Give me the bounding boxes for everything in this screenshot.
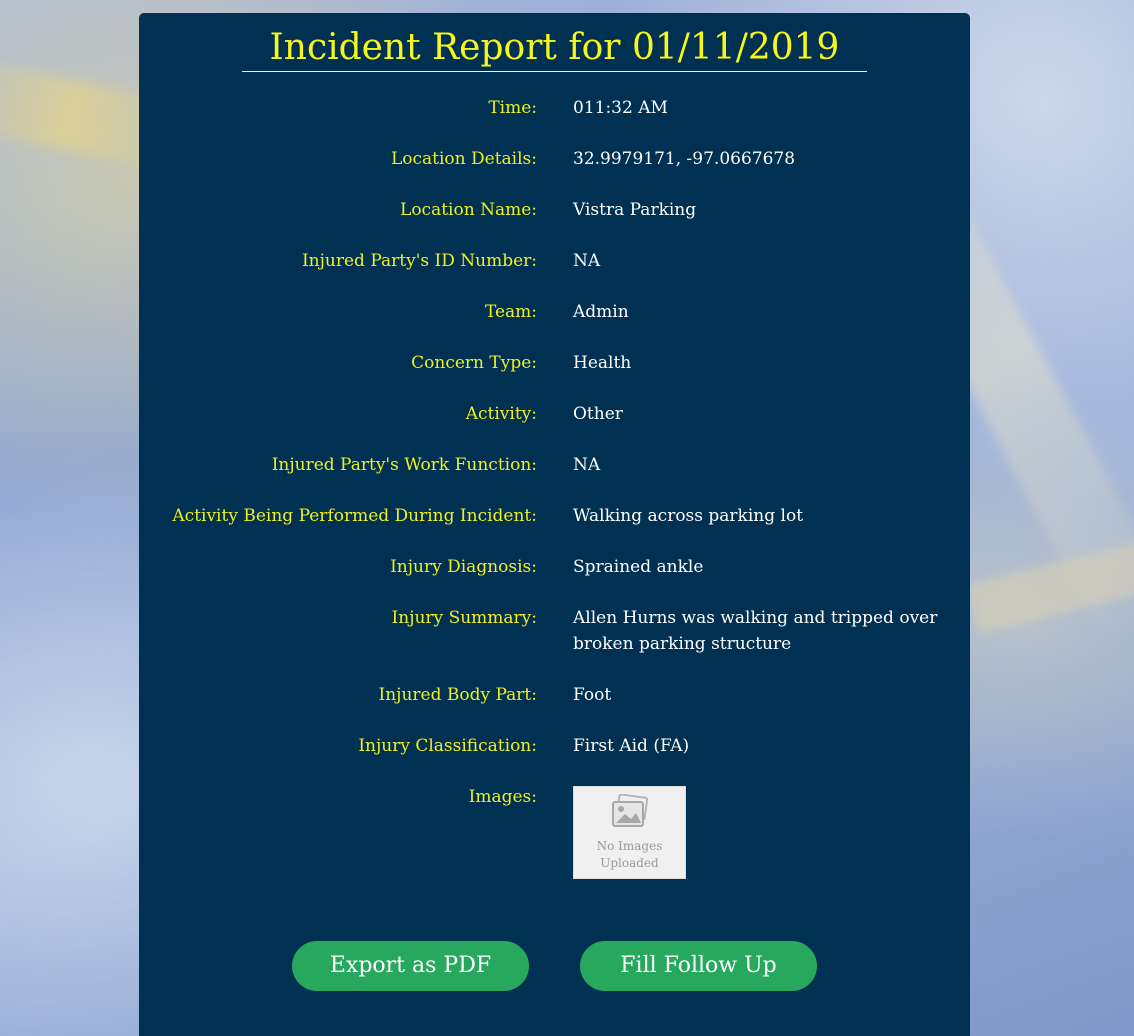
field-label: Location Name: <box>400 200 537 220</box>
field-row-injury-summary: Injury Summary: Allen Hurns was walking … <box>139 605 970 657</box>
field-value: Sprained ankle <box>573 557 704 577</box>
field-row-work-function: Injured Party's Work Function: NA <box>139 452 970 478</box>
field-label: Injury Diagnosis: <box>390 557 537 577</box>
field-row-activity: Activity: Other <box>139 401 970 427</box>
image-thumbnail[interactable]: No Images Uploaded <box>573 786 686 879</box>
field-value: First Aid (FA) <box>573 736 690 756</box>
field-label: Location Details: <box>390 149 537 169</box>
no-images-text: No Images Uploaded <box>596 838 663 870</box>
field-value: Walking across parking lot <box>573 506 804 526</box>
field-value: Other <box>573 404 623 424</box>
export-pdf-button[interactable]: Export as PDF <box>292 941 529 991</box>
fill-follow-up-button[interactable]: Fill Follow Up <box>580 941 817 991</box>
field-row-body-part: Injured Body Part: Foot <box>139 682 970 708</box>
field-value: NA <box>573 455 601 475</box>
field-label: Activity: <box>465 404 537 424</box>
field-label: Time: <box>488 98 537 118</box>
field-value: Foot <box>573 685 612 705</box>
incident-report-card: Incident Report for 01/11/2019 Time: 011… <box>139 13 970 1036</box>
field-label: Activity Being Performed During Incident… <box>172 506 537 526</box>
field-row-activity-performed: Activity Being Performed During Incident… <box>139 503 970 529</box>
field-label: Injured Party's ID Number: <box>301 251 537 271</box>
field-label: Concern Type: <box>411 353 537 373</box>
field-row-concern-type: Concern Type: Health <box>139 350 970 376</box>
field-label: Injured Party's Work Function: <box>271 455 537 475</box>
field-row-images: Images: No Images Uploaded <box>139 784 970 879</box>
field-value: Health <box>573 353 632 373</box>
field-row-injury-classification: Injury Classification: First Aid (FA) <box>139 733 970 759</box>
field-value: Admin <box>573 302 629 322</box>
field-label: Team: <box>484 302 537 322</box>
background-decoration <box>966 536 1134 634</box>
field-row-team: Team: Admin <box>139 299 970 325</box>
images-container: No Images Uploaded <box>573 784 953 879</box>
field-row-location-name: Location Name: Vistra Parking <box>139 197 970 223</box>
field-row-injury-diagnosis: Injury Diagnosis: Sprained ankle <box>139 554 970 580</box>
field-value: NA <box>573 251 601 271</box>
field-row-time: Time: 011:32 AM <box>139 95 970 121</box>
field-label: Injury Summary: <box>391 608 537 628</box>
field-label: Images: <box>468 787 537 807</box>
field-value: 32.9979171, -97.0667678 <box>573 149 796 169</box>
image-placeholder-icon <box>608 792 652 838</box>
report-fields: Time: 011:32 AM Location Details: 32.997… <box>139 95 970 904</box>
field-row-location-details: Location Details: 32.9979171, -97.066767… <box>139 146 970 172</box>
page-title: Incident Report for 01/11/2019 <box>242 25 867 72</box>
field-value: Vistra Parking <box>573 200 697 220</box>
field-value: Allen Hurns was walking and tripped over… <box>573 608 938 654</box>
field-value: 011:32 AM <box>573 98 668 118</box>
field-label: Injury Classification: <box>358 736 537 756</box>
field-label: Injured Body Part: <box>378 685 537 705</box>
field-row-id-number: Injured Party's ID Number: NA <box>139 248 970 274</box>
